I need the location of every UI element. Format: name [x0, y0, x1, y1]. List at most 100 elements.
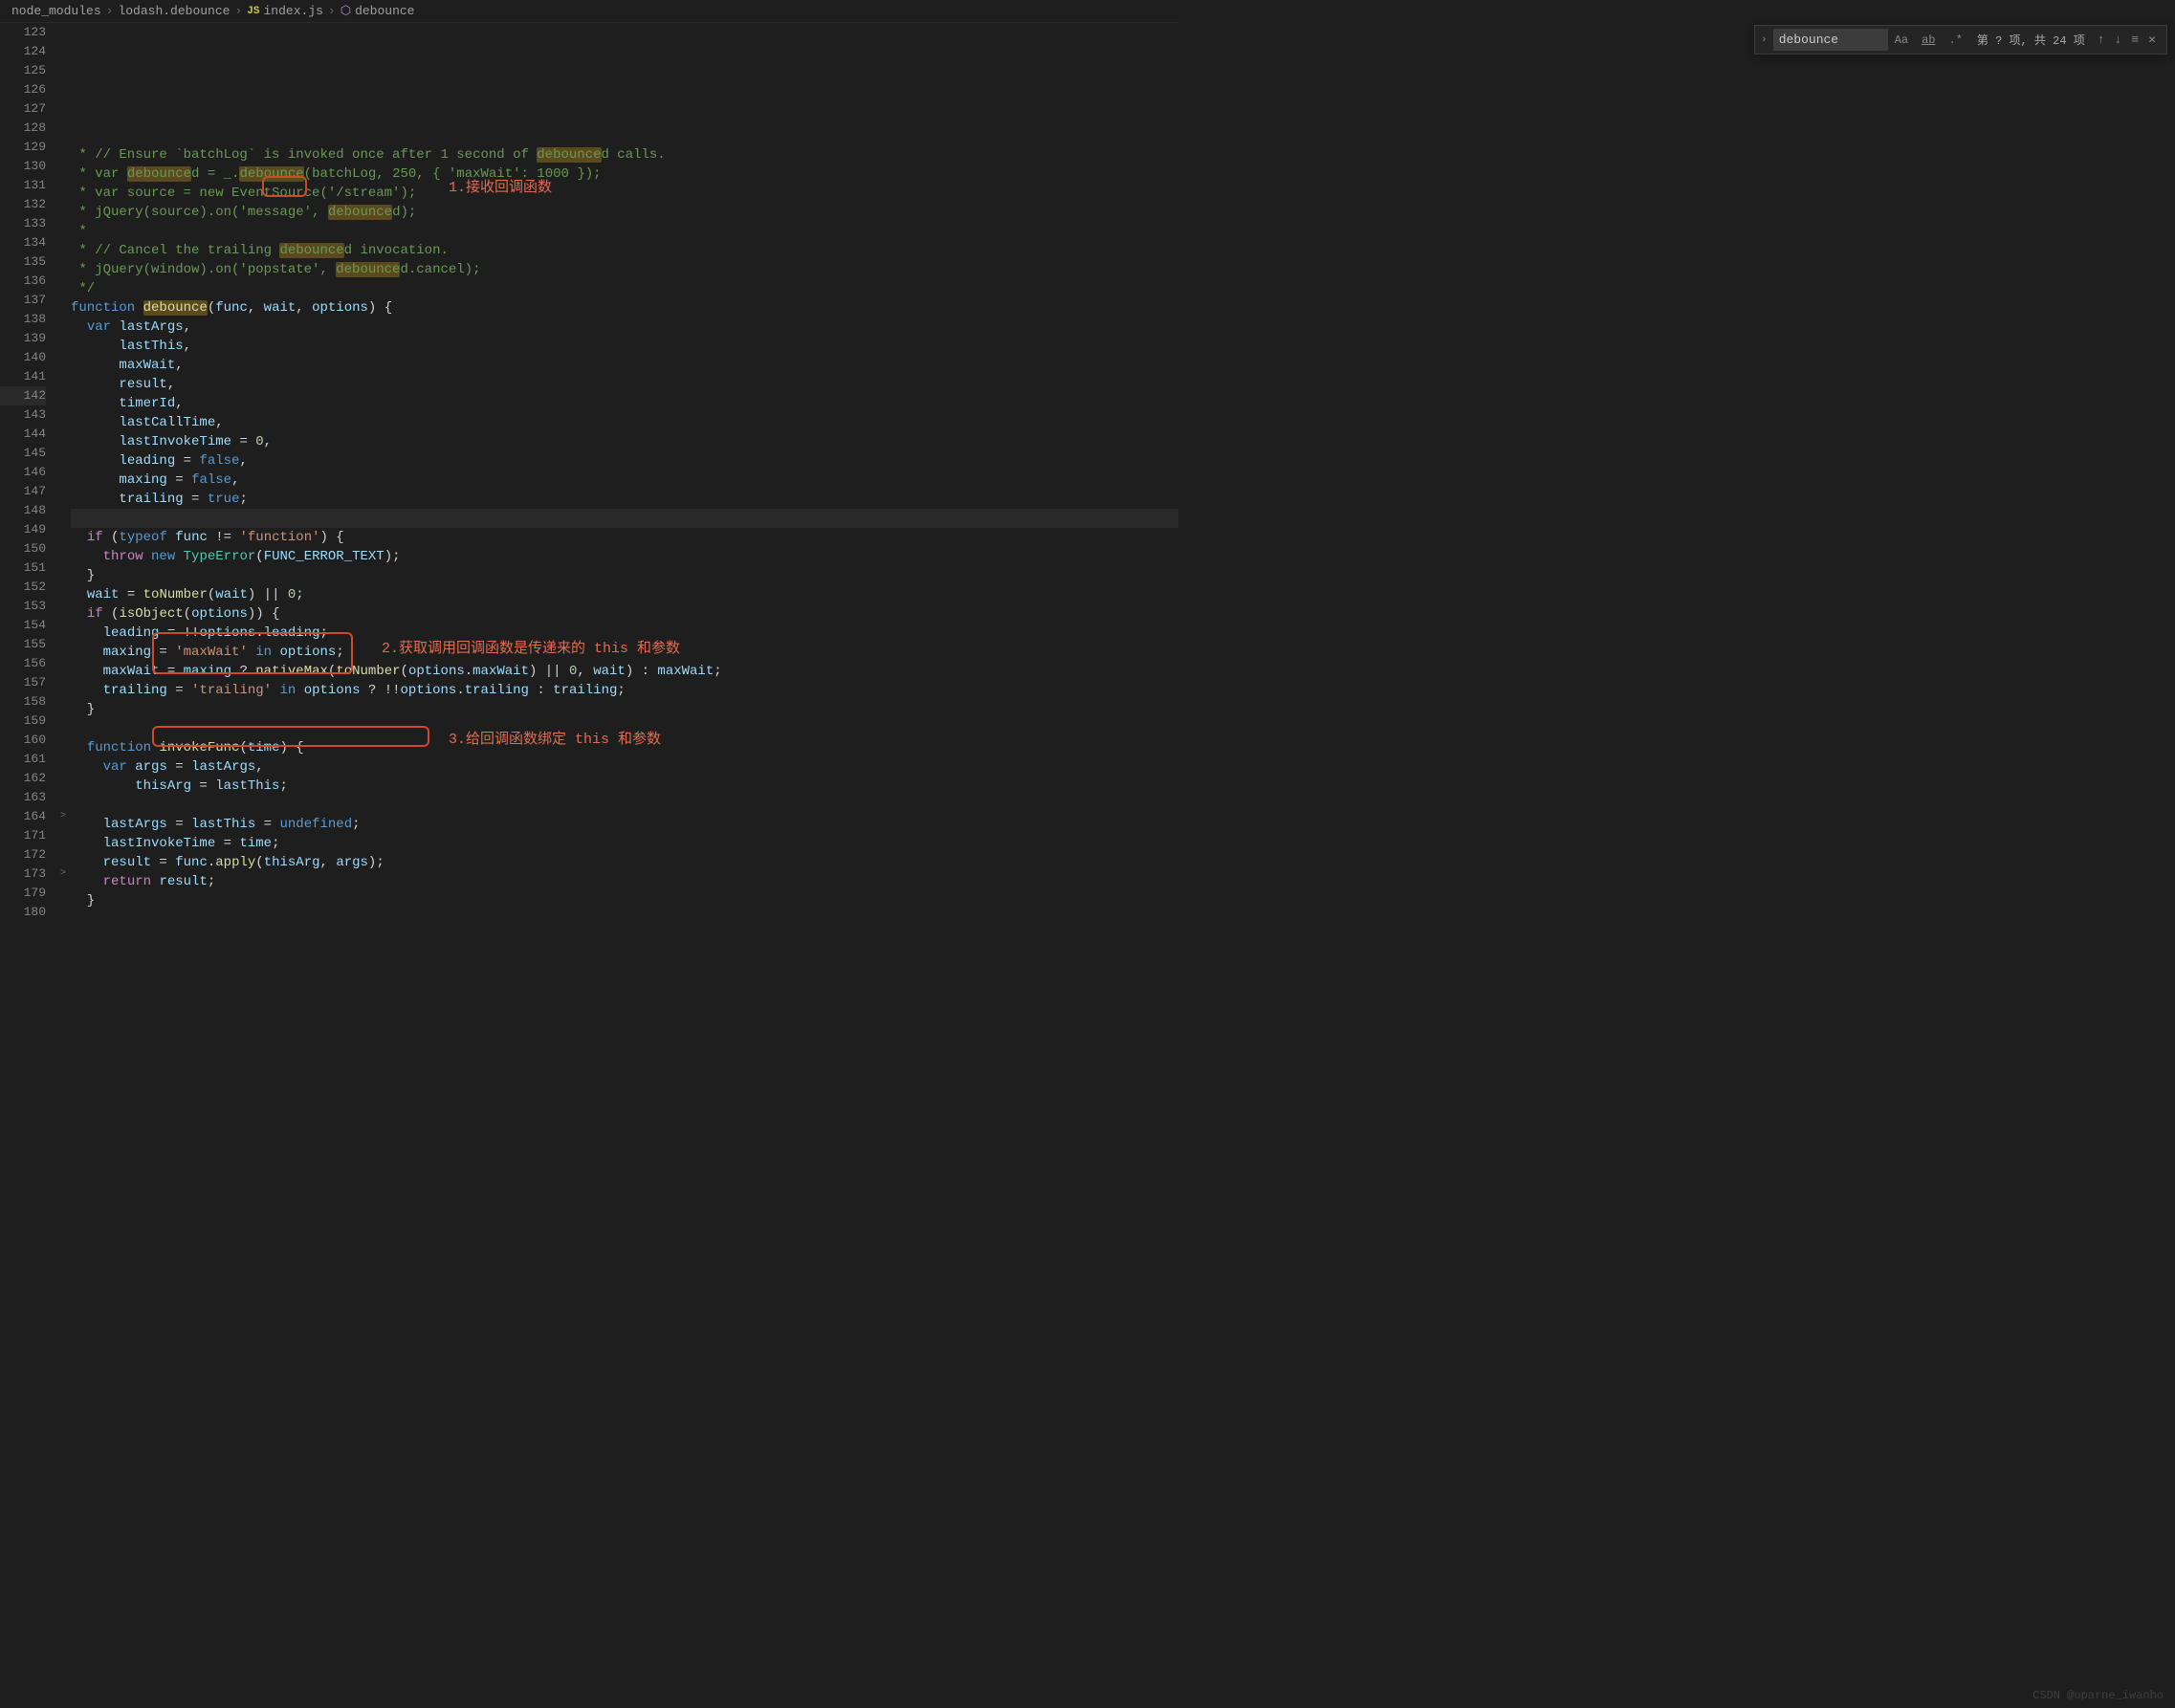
line-number: 180: [0, 903, 46, 922]
breadcrumb-symbol[interactable]: debounce: [355, 4, 414, 18]
breadcrumb: node_modules › lodash.debounce › JS inde…: [0, 0, 1178, 23]
code-line[interactable]: timerId,: [71, 394, 1178, 413]
code-line[interactable]: function invokeFunc(time) {: [71, 738, 1178, 757]
line-number: 147: [0, 482, 46, 501]
code-line[interactable]: if (isObject(options)) {: [71, 604, 1178, 624]
function-icon: ⬡: [341, 4, 351, 18]
code-line[interactable]: trailing = 'trailing' in options ? !!opt…: [71, 681, 1178, 700]
line-number: 181: [0, 922, 46, 926]
line-number: 141: [0, 367, 46, 386]
line-number: 156: [0, 654, 46, 673]
line-number: 148: [0, 501, 46, 520]
code-line[interactable]: *: [71, 222, 1178, 241]
editor-area[interactable]: 1231241251261271281291301311321331341351…: [0, 23, 1178, 926]
code-line[interactable]: lastInvokeTime = time;: [71, 834, 1178, 853]
find-word-option[interactable]: ab: [1918, 32, 1939, 49]
code-line[interactable]: }: [71, 891, 1178, 910]
find-regex-option[interactable]: .*: [1945, 32, 1966, 49]
fold-indicator: [55, 903, 71, 922]
find-toggle-replace[interactable]: ›: [1761, 34, 1768, 46]
code-line[interactable]: thisArg = lastThis;: [71, 777, 1178, 796]
breadcrumb-file[interactable]: index.js: [263, 4, 322, 18]
code-line[interactable]: return result;: [71, 872, 1178, 891]
code-line[interactable]: lastInvokeTime = 0,: [71, 432, 1178, 451]
code-line[interactable]: maxWait = maxing ? nativeMax(toNumber(op…: [71, 662, 1178, 681]
line-number: 125: [0, 61, 46, 80]
find-input[interactable]: [1773, 29, 1888, 51]
code-line[interactable]: [71, 719, 1178, 738]
fold-indicator: [55, 405, 71, 425]
code-line[interactable]: leading = !!options.leading;: [71, 624, 1178, 643]
line-number: 138: [0, 310, 46, 329]
fold-indicator: [55, 520, 71, 539]
code-line[interactable]: function debounce(func, wait, options) {: [71, 298, 1178, 318]
code-line[interactable]: maxing = 'maxWait' in options;: [71, 643, 1178, 662]
code-line[interactable]: * var source = new EventSource('/stream'…: [71, 184, 1178, 203]
fold-indicator: [55, 61, 71, 80]
code-line[interactable]: var args = lastArgs,: [71, 757, 1178, 777]
fold-indicator: [55, 845, 71, 865]
line-number: 132: [0, 195, 46, 214]
fold-indicator: [55, 826, 71, 845]
code-line[interactable]: }: [71, 700, 1178, 719]
code-line[interactable]: }: [71, 566, 1178, 585]
code-line[interactable]: lastCallTime,: [71, 413, 1178, 432]
find-close-button[interactable]: ✕: [2146, 31, 2158, 49]
code-line[interactable]: result,: [71, 375, 1178, 394]
breadcrumb-item[interactable]: lodash.debounce: [118, 4, 230, 18]
line-number: 164: [0, 807, 46, 826]
code-line[interactable]: * jQuery(window).on('popstate', debounce…: [71, 260, 1178, 279]
code-line[interactable]: trailing = true;: [71, 490, 1178, 509]
code-line[interactable]: [71, 910, 1178, 926]
fold-indicator[interactable]: >: [55, 922, 71, 926]
chevron-right-icon: ›: [106, 4, 114, 18]
code-line[interactable]: [71, 796, 1178, 815]
line-number: 158: [0, 692, 46, 712]
line-number: 139: [0, 329, 46, 348]
code-line[interactable]: * // Cancel the trailing debounced invoc…: [71, 241, 1178, 260]
line-number: 157: [0, 673, 46, 692]
fold-indicator: [55, 214, 71, 233]
code-line[interactable]: */: [71, 279, 1178, 298]
breadcrumb-item[interactable]: node_modules: [11, 4, 101, 18]
code-line[interactable]: lastArgs = lastThis = undefined;: [71, 815, 1178, 834]
code-line[interactable]: [71, 509, 1178, 528]
line-number: 126: [0, 80, 46, 99]
code-line[interactable]: throw new TypeError(FUNC_ERROR_TEXT);: [71, 547, 1178, 566]
find-next-button[interactable]: ↓: [2113, 31, 2124, 49]
fold-indicator: [55, 444, 71, 463]
fold-indicator: [55, 692, 71, 712]
fold-indicator: [55, 157, 71, 176]
find-case-option[interactable]: Aa: [1891, 32, 1912, 49]
code-line[interactable]: * var debounced = _.debounce(batchLog, 2…: [71, 164, 1178, 184]
code-line[interactable]: maxWait,: [71, 356, 1178, 375]
code-line[interactable]: result = func.apply(thisArg, args);: [71, 853, 1178, 872]
code-line[interactable]: lastThis,: [71, 337, 1178, 356]
line-number: 123: [0, 23, 46, 42]
code-line[interactable]: * jQuery(source).on('message', debounced…: [71, 203, 1178, 222]
code-line[interactable]: if (typeof func != 'function') {: [71, 528, 1178, 547]
code-content[interactable]: 1.接收回调函数 2.获取调用回调函数是传递来的 this 和参数 3.给回调函…: [71, 23, 1178, 926]
fold-indicator: [55, 42, 71, 61]
fold-indicator[interactable]: >: [55, 865, 71, 884]
line-number: 160: [0, 731, 46, 750]
fold-indicator: [55, 272, 71, 291]
code-line[interactable]: * // Ensure `batchLog` is invoked once a…: [71, 145, 1178, 164]
code-line[interactable]: var lastArgs,: [71, 318, 1178, 337]
fold-indicator: [55, 769, 71, 788]
line-number: 159: [0, 712, 46, 731]
fold-indicator[interactable]: >: [55, 807, 71, 826]
line-number: 135: [0, 252, 46, 272]
code-line[interactable]: leading = false,: [71, 451, 1178, 471]
find-prev-button[interactable]: ↑: [2096, 31, 2107, 49]
line-number: 130: [0, 157, 46, 176]
line-number: 179: [0, 884, 46, 903]
chevron-right-icon: ›: [234, 4, 242, 18]
fold-indicator: [55, 310, 71, 329]
code-line[interactable]: wait = toNumber(wait) || 0;: [71, 585, 1178, 604]
find-selection-button[interactable]: ≡: [2129, 31, 2141, 49]
code-line[interactable]: maxing = false,: [71, 471, 1178, 490]
fold-indicator: [55, 635, 71, 654]
fold-indicator: [55, 233, 71, 252]
fold-indicator: [55, 788, 71, 807]
